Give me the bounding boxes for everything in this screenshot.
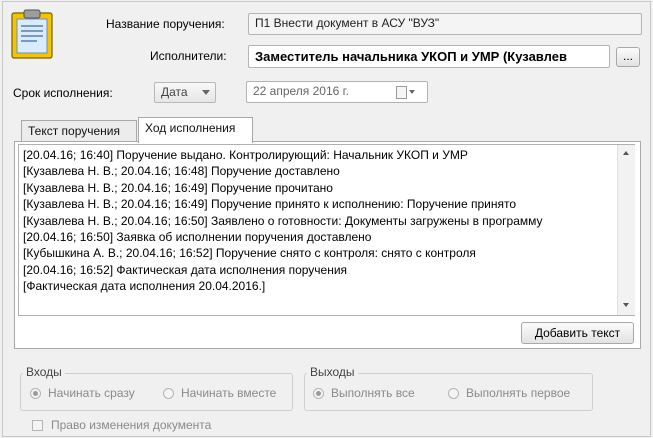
log-line: [Кузавлева Н. В.; 20.04.16; 16:48] Поруч… <box>23 164 340 179</box>
task-title-field[interactable]: П1 Внести документ в АСУ "ВУЗ" <box>248 13 642 35</box>
clipboard-icon <box>9 8 57 60</box>
log-line: [20.04.16; 16:52] Фактическая дата испол… <box>23 262 348 277</box>
outputs-group-title: Выходы <box>307 365 358 379</box>
log-line: [20.04.16; 16:50] Заявка об исполнении п… <box>23 230 372 245</box>
execute-first-label: Выполнять первое <box>466 386 571 400</box>
execute-all-label: Выполнять все <box>331 386 415 400</box>
tab-task-text[interactable]: Текст поручения <box>21 120 137 142</box>
start-together-label: Начинать вместе <box>181 386 277 400</box>
deadline-label: Срок исполнения: <box>13 86 113 100</box>
log-scrollbar[interactable] <box>617 145 635 315</box>
log-line: [Кузавлева Н. В.; 20.04.16; 16:49] Поруч… <box>23 197 517 212</box>
scroll-up-icon[interactable] <box>623 151 629 155</box>
execute-all-radio[interactable] <box>313 388 324 399</box>
inputs-group-title: Входы <box>23 365 65 379</box>
edit-rights-checkbox[interactable] <box>32 420 43 431</box>
start-immediately-radio[interactable] <box>30 388 41 399</box>
scroll-down-icon[interactable] <box>623 303 629 307</box>
log-line: [Кузавлева Н. В.; 20.04.16; 16:50] Заявл… <box>23 213 543 228</box>
executors-field[interactable]: Заместитель начальника УКОП и УМР (Кузав… <box>248 45 610 68</box>
tab-execution-progress[interactable]: Ход исполнения <box>138 117 253 143</box>
tab-task-text-label: Текст поручения <box>28 124 121 138</box>
task-title-label: Название поручения: <box>106 17 225 31</box>
start-together-radio[interactable] <box>163 388 174 399</box>
deadline-type-value: Дата <box>161 85 188 99</box>
log-line: [Кубышкина А. В.; 20.04.16; 16:52] Поруч… <box>23 246 476 261</box>
calendar-icon[interactable] <box>396 86 407 99</box>
edit-rights-label: Право изменения документа <box>51 418 212 432</box>
select-executors-button[interactable]: ... <box>616 47 640 67</box>
task-card-window: Название поручения: П1 Внести документ в… <box>2 1 651 437</box>
chevron-down-icon <box>409 90 415 94</box>
deadline-date-value: 22 апреля 2016 г. <box>253 84 349 98</box>
tab-execution-progress-label: Ход исполнения <box>145 121 236 135</box>
executors-label: Исполнители: <box>150 49 227 63</box>
log-line: [Фактическая дата исполнения 20.04.2016.… <box>23 279 266 294</box>
execute-first-radio[interactable] <box>448 388 459 399</box>
execution-log[interactable]: [20.04.16; 16:40] Поручение выдано. Конт… <box>18 144 635 316</box>
add-text-button[interactable]: Добавить текст <box>521 322 634 344</box>
chevron-down-icon <box>202 90 210 95</box>
log-line: [Кузавлева Н. В.; 20.04.16; 16:49] Поруч… <box>23 180 333 195</box>
log-line: [20.04.16; 16:40] Поручение выдано. Конт… <box>23 148 468 162</box>
start-immediately-label: Начинать сразу <box>48 386 135 400</box>
